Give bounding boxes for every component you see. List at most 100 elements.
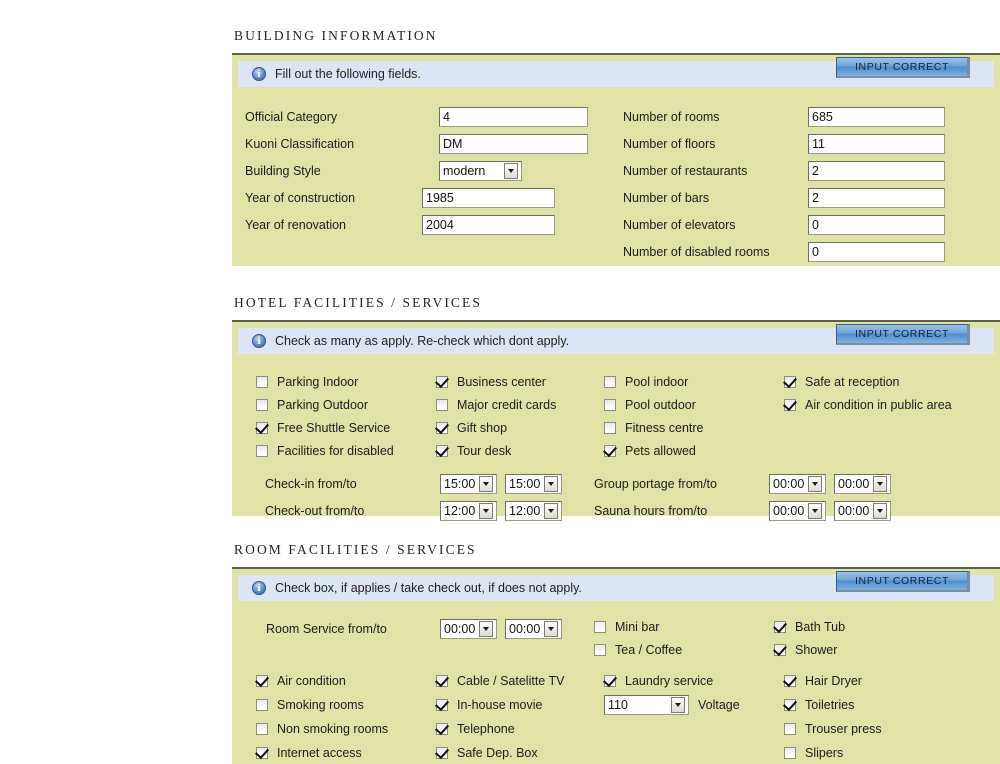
select-voltage[interactable]: 110 bbox=[604, 695, 689, 715]
checkbox-telephone[interactable] bbox=[436, 723, 448, 735]
select-room-service-from[interactable]: 00:00 bbox=[440, 618, 497, 639]
checkbox-row[interactable]: Fitness centre bbox=[604, 416, 784, 439]
checkbox-laundry-service[interactable] bbox=[604, 675, 616, 687]
select-check-in-to[interactable]: 15:00 bbox=[505, 473, 562, 494]
checkbox-in-house-movie[interactable] bbox=[436, 699, 448, 711]
checkbox-trouser-press[interactable] bbox=[784, 723, 796, 735]
checkbox-smoking-rooms[interactable] bbox=[256, 699, 268, 711]
checkbox-row[interactable]: Pets allowed bbox=[604, 439, 784, 462]
select-check-in-from[interactable]: 15:00 bbox=[440, 473, 497, 494]
input-kuoni-classification[interactable]: DM bbox=[439, 133, 588, 154]
checkbox-row[interactable]: Facilities for disabled bbox=[256, 439, 436, 462]
input-number-of-disabled-rooms[interactable]: 0 bbox=[808, 241, 945, 262]
select-check-out-from[interactable]: 12:00 bbox=[440, 500, 497, 521]
checkbox-tea-coffee[interactable] bbox=[594, 643, 606, 656]
chevron-down-icon[interactable] bbox=[873, 475, 888, 492]
checkbox-row[interactable]: Safe Dep. Box bbox=[436, 741, 604, 764]
select-sauna-from[interactable]: 00:00 bbox=[769, 500, 826, 521]
checkbox-label: Telephone bbox=[457, 722, 515, 736]
input-year-renovation[interactable]: 2004 bbox=[422, 214, 555, 235]
checkbox-row[interactable]: Free Shuttle Service bbox=[256, 416, 436, 439]
checkbox-air-condition-public-area[interactable] bbox=[784, 398, 796, 411]
checkbox-mini-bar[interactable] bbox=[594, 620, 606, 633]
chevron-down-icon[interactable] bbox=[479, 475, 494, 492]
checkbox-parking-outdoor[interactable] bbox=[256, 398, 268, 411]
input-correct-button-building[interactable]: INPUT CORRECT bbox=[836, 57, 970, 78]
checkbox-row[interactable]: Parking Outdoor bbox=[256, 393, 436, 416]
checkbox-tour-desk[interactable] bbox=[436, 444, 448, 457]
checkbox-row[interactable]: Hair Dryer bbox=[784, 669, 882, 693]
checkbox-row[interactable]: Telephone bbox=[436, 717, 604, 741]
checkbox-row[interactable]: Pool outdoor bbox=[604, 393, 784, 416]
select-group-portage-to[interactable]: 00:00 bbox=[834, 473, 891, 494]
checkbox-fitness-centre[interactable] bbox=[604, 421, 616, 434]
select-sauna-to[interactable]: 00:00 bbox=[834, 500, 891, 521]
checkbox-gift-shop[interactable] bbox=[436, 421, 448, 434]
select-group-portage-from[interactable]: 00:00 bbox=[769, 473, 826, 494]
checkbox-row[interactable]: Shower bbox=[774, 638, 845, 661]
chevron-down-icon[interactable] bbox=[544, 620, 559, 637]
input-number-of-floors[interactable]: 11 bbox=[808, 133, 945, 154]
checkbox-row[interactable]: Trouser press bbox=[784, 717, 882, 741]
checkbox-row[interactable]: Internet access bbox=[256, 741, 436, 764]
select-check-out-to[interactable]: 12:00 bbox=[505, 500, 562, 521]
checkbox-row[interactable]: Smoking rooms bbox=[256, 693, 436, 717]
checkbox-toiletries[interactable] bbox=[784, 699, 796, 711]
checkbox-free-shuttle-service[interactable] bbox=[256, 421, 268, 434]
checkbox-non-smoking-rooms[interactable] bbox=[256, 723, 268, 735]
checkbox-safe-at-reception[interactable] bbox=[784, 375, 796, 388]
chevron-down-icon[interactable] bbox=[544, 502, 559, 519]
checkbox-cable-satellite-tv[interactable] bbox=[436, 675, 448, 687]
input-year-construction[interactable]: 1985 bbox=[422, 187, 555, 208]
checkbox-row[interactable]: Major credit cards bbox=[436, 393, 604, 416]
chevron-down-icon[interactable] bbox=[808, 502, 823, 519]
checkbox-row[interactable]: Business center bbox=[436, 370, 604, 393]
input-number-of-bars[interactable]: 2 bbox=[808, 187, 945, 208]
checkbox-row[interactable]: Laundry service bbox=[604, 669, 784, 693]
checkbox-row[interactable]: Bath Tub bbox=[774, 615, 845, 638]
checkbox-row[interactable]: Slipers bbox=[784, 741, 882, 764]
chevron-down-icon[interactable] bbox=[873, 502, 888, 519]
checkbox-bath-tub[interactable] bbox=[774, 620, 786, 633]
select-building-style[interactable]: modern bbox=[439, 160, 522, 181]
checkbox-air-condition[interactable] bbox=[256, 675, 268, 687]
chevron-down-icon[interactable] bbox=[479, 620, 494, 637]
checkbox-row[interactable]: Air condition in public area bbox=[784, 393, 952, 416]
checkbox-parking-indoor[interactable] bbox=[256, 375, 268, 388]
chevron-down-icon[interactable] bbox=[808, 475, 823, 492]
input-correct-button-hotel[interactable]: INPUT CORRECT bbox=[836, 324, 970, 345]
checkbox-hair-dryer[interactable] bbox=[784, 675, 796, 687]
checkbox-business-center[interactable] bbox=[436, 375, 448, 388]
checkbox-row[interactable]: Non smoking rooms bbox=[256, 717, 436, 741]
input-number-of-elevators[interactable]: 0 bbox=[808, 214, 945, 235]
checkbox-row[interactable]: Safe at reception bbox=[784, 370, 952, 393]
checkbox-slipers[interactable] bbox=[784, 747, 796, 759]
input-number-of-restaurants[interactable]: 2 bbox=[808, 160, 945, 181]
select-room-service-to[interactable]: 00:00 bbox=[505, 618, 562, 639]
input-official-category[interactable]: 4 bbox=[439, 106, 588, 127]
checkbox-major-credit-cards[interactable] bbox=[436, 398, 448, 411]
checkbox-internet-access[interactable] bbox=[256, 747, 268, 759]
checkbox-row[interactable]: Mini bar bbox=[594, 615, 774, 638]
checkbox-row[interactable]: Parking Indoor bbox=[256, 370, 436, 393]
checkbox-row[interactable]: Tour desk bbox=[436, 439, 604, 462]
input-correct-button-room[interactable]: INPUT CORRECT bbox=[836, 571, 970, 592]
checkbox-shower[interactable] bbox=[774, 643, 786, 656]
checkbox-facilities-for-disabled[interactable] bbox=[256, 444, 268, 457]
chevron-down-icon[interactable] bbox=[544, 475, 559, 492]
checkbox-row[interactable]: Air condition bbox=[256, 669, 436, 693]
checkbox-pool-outdoor[interactable] bbox=[604, 398, 616, 411]
checkbox-row[interactable]: Pool indoor bbox=[604, 370, 784, 393]
checkbox-row[interactable]: Cable / Satelitte TV bbox=[436, 669, 604, 693]
checkbox-row[interactable]: In-house movie bbox=[436, 693, 604, 717]
checkbox-safe-dep-box[interactable] bbox=[436, 747, 448, 759]
checkbox-row[interactable]: Toiletries bbox=[784, 693, 882, 717]
chevron-down-icon[interactable] bbox=[504, 162, 518, 179]
chevron-down-icon[interactable] bbox=[479, 502, 494, 519]
checkbox-pets-allowed[interactable] bbox=[604, 444, 616, 457]
chevron-down-icon[interactable] bbox=[671, 697, 685, 713]
input-number-of-rooms[interactable]: 685 bbox=[808, 106, 945, 127]
checkbox-row[interactable]: Tea / Coffee bbox=[594, 638, 774, 661]
checkbox-row[interactable]: Gift shop bbox=[436, 416, 604, 439]
checkbox-pool-indoor[interactable] bbox=[604, 375, 616, 388]
